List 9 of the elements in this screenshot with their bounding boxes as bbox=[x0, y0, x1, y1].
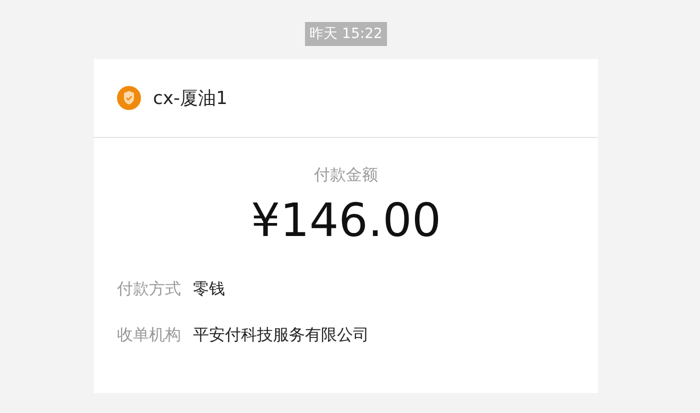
detail-label: 收单机构 bbox=[117, 324, 181, 346]
merchant-name: cx-厦油1 bbox=[153, 87, 228, 110]
detail-value: 零钱 bbox=[193, 278, 225, 300]
amount-label: 付款金额 bbox=[313, 165, 379, 186]
amount: ¥146.00 bbox=[250, 192, 442, 248]
timestamp: 昨天 15:22 bbox=[304, 22, 388, 46]
detail-label: 付款方式 bbox=[117, 278, 181, 300]
shield-check-icon bbox=[117, 86, 141, 110]
detail-value: 平安付科技服务有限公司 bbox=[193, 324, 369, 346]
